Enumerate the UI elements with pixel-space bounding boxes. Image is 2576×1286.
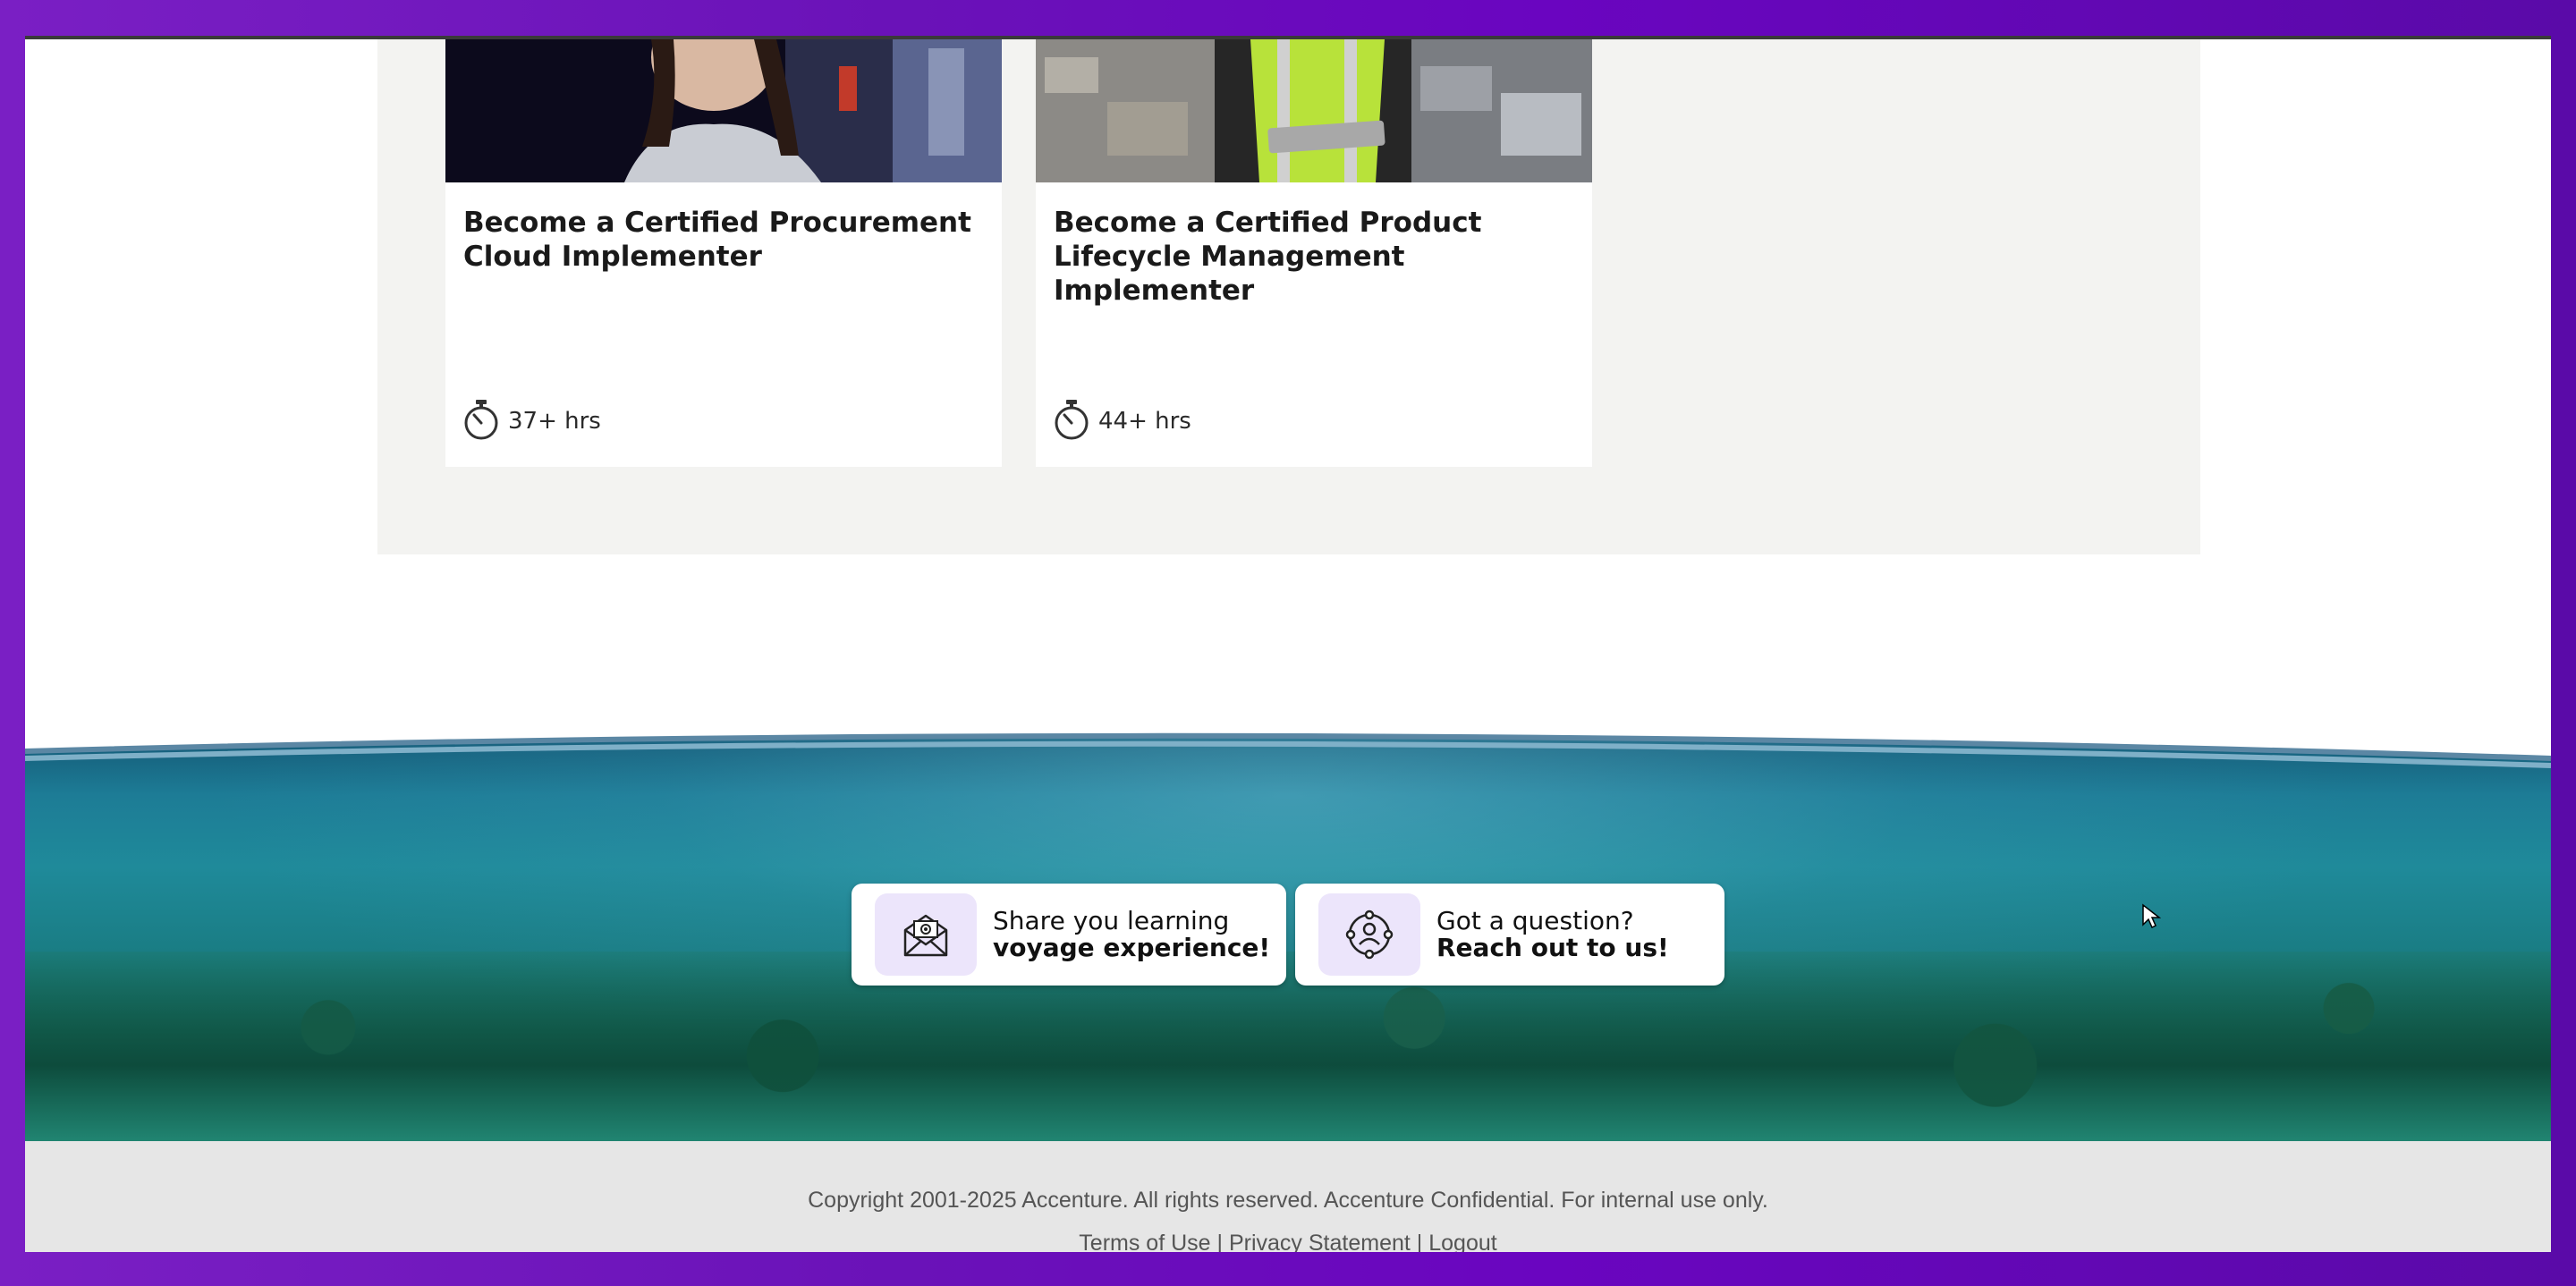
site-footer: Copyright 2001-2025 Accenture. All right… [25, 1141, 2551, 1252]
share-experience-text: Share you learning voyage experience! [993, 908, 1270, 961]
wave-top-edge [25, 719, 2551, 768]
stopwatch-icon [1052, 399, 1091, 444]
learning-paths-section: Become a Certified Procurement Cloud Imp… [377, 39, 2200, 554]
card-duration: 44+ hrs [1052, 399, 1191, 444]
card-image [445, 39, 1002, 182]
contact-line2: Reach out to us! [1436, 933, 1669, 962]
mouse-cursor-icon [2141, 903, 2162, 935]
card-duration: 37+ hrs [462, 399, 601, 444]
stopwatch-icon [462, 399, 501, 444]
envelope-icon [875, 893, 977, 976]
privacy-statement-link[interactable]: Privacy Statement [1229, 1231, 1411, 1252]
terms-of-use-link[interactable]: Terms of Use [1079, 1231, 1210, 1252]
share-line2: voyage experience! [993, 933, 1271, 962]
duration-text: 44+ hrs [1098, 408, 1191, 435]
card-image [1036, 39, 1592, 182]
share-experience-card[interactable]: Share you learning voyage experience! [852, 884, 1286, 986]
page-frame: Become a Certified Procurement Cloud Imp… [25, 36, 2551, 1252]
footer-cta-cards: Share you learning voyage experience! Go… [852, 884, 1724, 986]
learning-path-card[interactable]: Become a Certified Product Lifecycle Man… [1036, 39, 1592, 467]
card-title[interactable]: Become a Certified Procurement Cloud Imp… [463, 206, 991, 274]
share-line1: Share you learning [993, 906, 1230, 935]
learning-path-card[interactable]: Become a Certified Procurement Cloud Imp… [445, 39, 1002, 467]
card-title[interactable]: Become a Certified Product Lifecycle Man… [1054, 206, 1581, 308]
support-agent-icon [1318, 893, 1420, 976]
contact-us-card[interactable]: Got a question? Reach out to us! [1295, 884, 1724, 986]
contact-line1: Got a question? [1436, 906, 1634, 935]
link-separator: | [1416, 1231, 1423, 1252]
link-separator: | [1216, 1231, 1224, 1252]
logout-link[interactable]: Logout [1428, 1231, 1496, 1252]
contact-us-text: Got a question? Reach out to us! [1436, 908, 1669, 961]
duration-text: 37+ hrs [508, 408, 601, 435]
footer-links: Terms of Use | Privacy Statement | Logou… [25, 1231, 2551, 1252]
copyright-text: Copyright 2001-2025 Accenture. All right… [808, 1188, 1768, 1213]
